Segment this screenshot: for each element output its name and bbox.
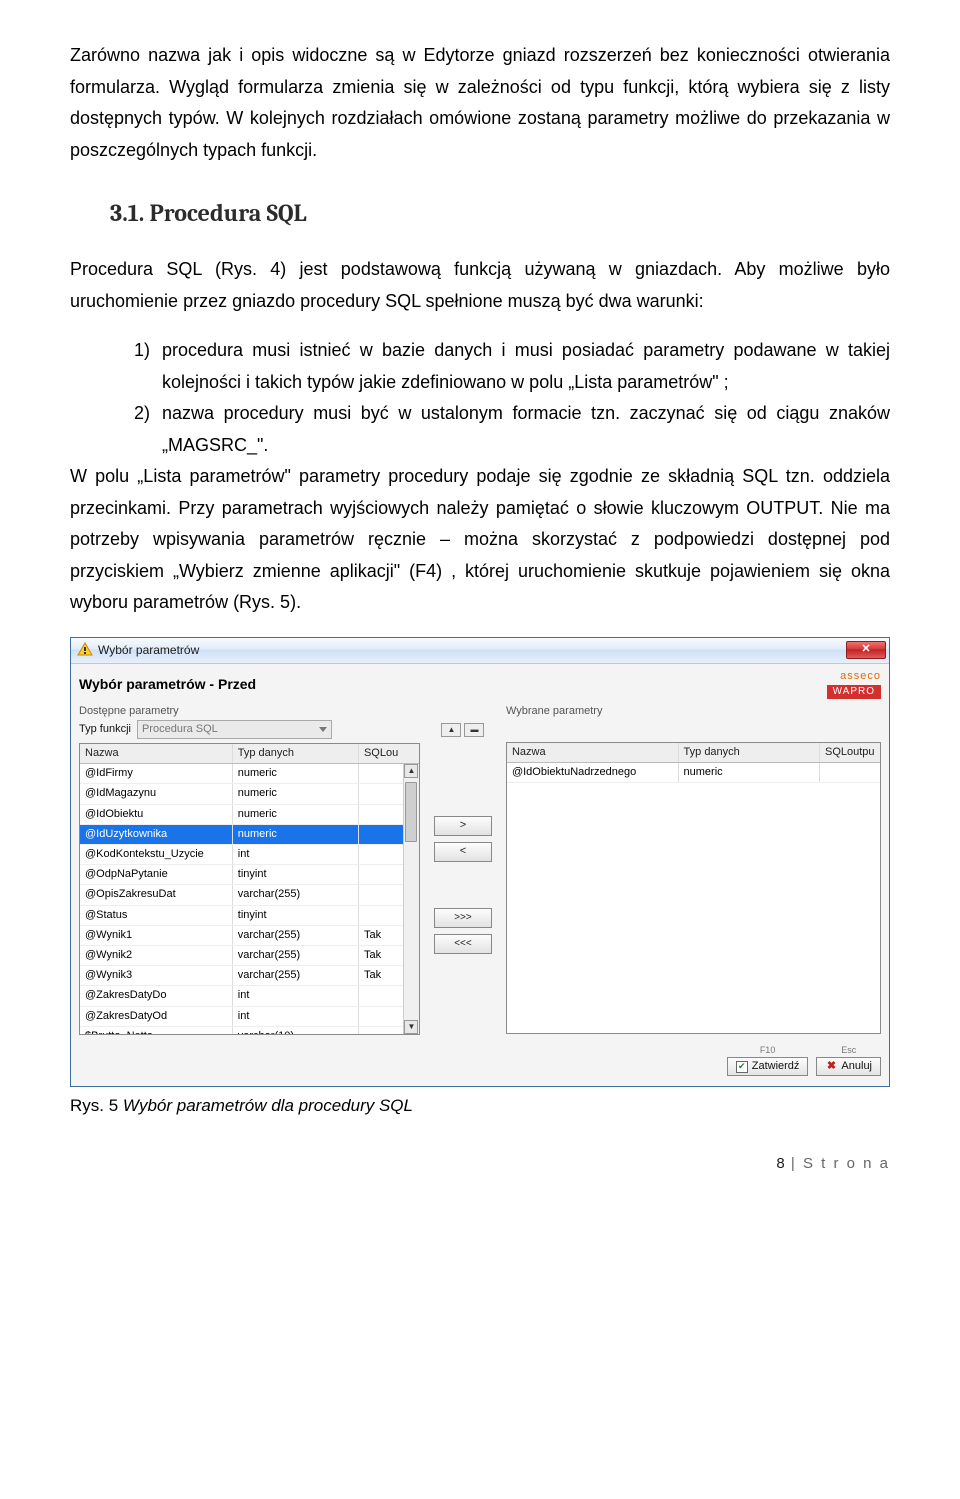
ordered-list: 1)procedura musi istnieć w bazie danych … [134, 335, 890, 461]
cancel-icon: ✖ [825, 1061, 837, 1073]
cell-datatype: varchar(255) [233, 926, 359, 945]
check-icon: ✔ [736, 1061, 748, 1073]
cell-datatype: int [233, 986, 359, 1005]
table-row[interactable]: @IdObiektuNadrzednegonumeric [507, 763, 880, 783]
dialog-title: Wybór parametrów [98, 643, 199, 657]
dialog-heading: Wybór parametrów - Przed [79, 676, 256, 693]
cell-name: @IdObiektu [80, 805, 233, 824]
cell-datatype: numeric [233, 784, 359, 803]
type-select[interactable]: Procedura SQL [137, 720, 332, 739]
vendor-logo: asseco WAPRO [827, 670, 881, 699]
cell-name: @ZakresDatyOd [80, 1007, 233, 1026]
confirm-button[interactable]: ✔ Zatwierdź [727, 1057, 809, 1076]
cell-name: @IdMagazynu [80, 784, 233, 803]
cell-datatype: varchar(255) [233, 966, 359, 985]
col-datatype[interactable]: Typ danych [679, 743, 820, 762]
move-down-icon[interactable]: ▬ [464, 723, 484, 737]
transfer-controls: ▲ ▬ > < >>> <<< [428, 705, 498, 1036]
section-intro: Procedura SQL (Rys. 4) jest podstawową f… [70, 254, 890, 317]
pane-label: Dostępne parametry [79, 705, 420, 718]
cell-name: @Wynik1 [80, 926, 233, 945]
move-up-icon[interactable]: ▲ [441, 723, 461, 737]
table-row[interactable]: @KodKontekstu_Uzycieint [80, 845, 419, 865]
close-icon: ✕ [861, 643, 870, 656]
pane-label: Wybrane parametry [506, 705, 881, 718]
list-item: 2)nazwa procedury musi być w ustalonym f… [134, 398, 890, 461]
table-row[interactable]: $Brutto_Nettovarchar(10) [80, 1027, 419, 1035]
table-row[interactable]: @IdFirmynumeric [80, 764, 419, 784]
cell-name: @KodKontekstu_Uzycie [80, 845, 233, 864]
cell-name: @OpisZakresuDat [80, 885, 233, 904]
section-heading: 3.1. Procedura SQL [110, 192, 890, 234]
cell-name: @IdUzytkownika [80, 825, 233, 844]
cell-datatype: tinyint [233, 906, 359, 925]
col-output[interactable]: SQLou [359, 744, 419, 763]
table-row[interactable]: @OpisZakresuDatvarchar(255) [80, 885, 419, 905]
app-icon [77, 642, 93, 658]
cell-datatype: varchar(10) [233, 1027, 359, 1035]
hotkey-label: Esc [841, 1045, 856, 1056]
dialog-titlebar[interactable]: Wybór parametrów ✕ [71, 638, 889, 664]
add-all-button[interactable]: >>> [434, 908, 492, 928]
table-row[interactable]: @IdUzytkownikanumeric [80, 825, 419, 845]
cell-name: @OdpNaPytanie [80, 865, 233, 884]
table-row[interactable]: @Wynik1varchar(255)Tak [80, 926, 419, 946]
cell-name: @Wynik2 [80, 946, 233, 965]
scroll-down-icon[interactable]: ▼ [404, 1020, 418, 1034]
col-datatype[interactable]: Typ danych [233, 744, 359, 763]
cell-datatype: varchar(255) [233, 885, 359, 904]
cell-name: @Status [80, 906, 233, 925]
intro-paragraph: Zarówno nazwa jak i opis widoczne są w E… [70, 40, 890, 166]
col-output[interactable]: SQLoutpu [820, 743, 880, 762]
table-row[interactable]: @IdMagazynunumeric [80, 784, 419, 804]
cell-name: @ZakresDatyDo [80, 986, 233, 1005]
table-row[interactable]: @Wynik3varchar(255)Tak [80, 966, 419, 986]
hotkey-label: F10 [760, 1045, 776, 1056]
cell-output [820, 763, 880, 782]
scroll-up-icon[interactable]: ▲ [404, 764, 418, 778]
cell-name: @IdObiektuNadrzednego [507, 763, 679, 782]
table-row[interactable]: @ZakresDatyOdint [80, 1007, 419, 1027]
list-item: 1)procedura musi istnieć w bazie danych … [134, 335, 890, 398]
type-label: Typ funkcji [79, 723, 131, 736]
cell-datatype: varchar(255) [233, 946, 359, 965]
page-footer: 8 | S t r o n a [70, 1151, 890, 1177]
table-row[interactable]: @ZakresDatyDoint [80, 986, 419, 1006]
cell-datatype: int [233, 845, 359, 864]
selected-params-pane: Wybrane parametry Nazwa Typ danych SQLou… [506, 705, 881, 1036]
available-table: Nazwa Typ danych SQLou @IdFirmynumeric@I… [79, 743, 420, 1035]
dialog-footer: F10 ✔ Zatwierdź Esc ✖ Anuluj [79, 1045, 881, 1076]
table-row[interactable]: @IdObiektunumeric [80, 805, 419, 825]
scroll-thumb[interactable] [405, 782, 417, 842]
cell-name: @Wynik3 [80, 966, 233, 985]
cell-datatype: tinyint [233, 865, 359, 884]
figure-caption: Rys. 5 Wybór parametrów dla procedury SQ… [70, 1091, 890, 1121]
section-body: W polu „Lista parametrów" parametry proc… [70, 461, 890, 619]
selected-table: Nazwa Typ danych SQLoutpu @IdObiektuNadr… [506, 742, 881, 1034]
close-button[interactable]: ✕ [846, 641, 886, 659]
cell-datatype: numeric [233, 764, 359, 783]
cell-datatype: numeric [679, 763, 820, 782]
table-row[interactable]: @Wynik2varchar(255)Tak [80, 946, 419, 966]
col-name[interactable]: Nazwa [80, 744, 233, 763]
parameter-selection-dialog: Wybór parametrów ✕ Wybór parametrów - Pr… [70, 637, 890, 1088]
cell-datatype: int [233, 1007, 359, 1026]
cell-name: $Brutto_Netto [80, 1027, 233, 1035]
cell-datatype: numeric [233, 825, 359, 844]
cancel-button[interactable]: ✖ Anuluj [816, 1057, 881, 1076]
remove-button[interactable]: < [434, 842, 492, 862]
table-row[interactable]: @OdpNaPytanietinyint [80, 865, 419, 885]
scrollbar[interactable]: ▲ ▼ [403, 764, 419, 1034]
table-row[interactable]: @Statustinyint [80, 906, 419, 926]
col-name[interactable]: Nazwa [507, 743, 679, 762]
cell-datatype: numeric [233, 805, 359, 824]
remove-all-button[interactable]: <<< [434, 934, 492, 954]
cell-name: @IdFirmy [80, 764, 233, 783]
add-button[interactable]: > [434, 816, 492, 836]
available-params-pane: Dostępne parametry Typ funkcji Procedura… [79, 705, 420, 1036]
